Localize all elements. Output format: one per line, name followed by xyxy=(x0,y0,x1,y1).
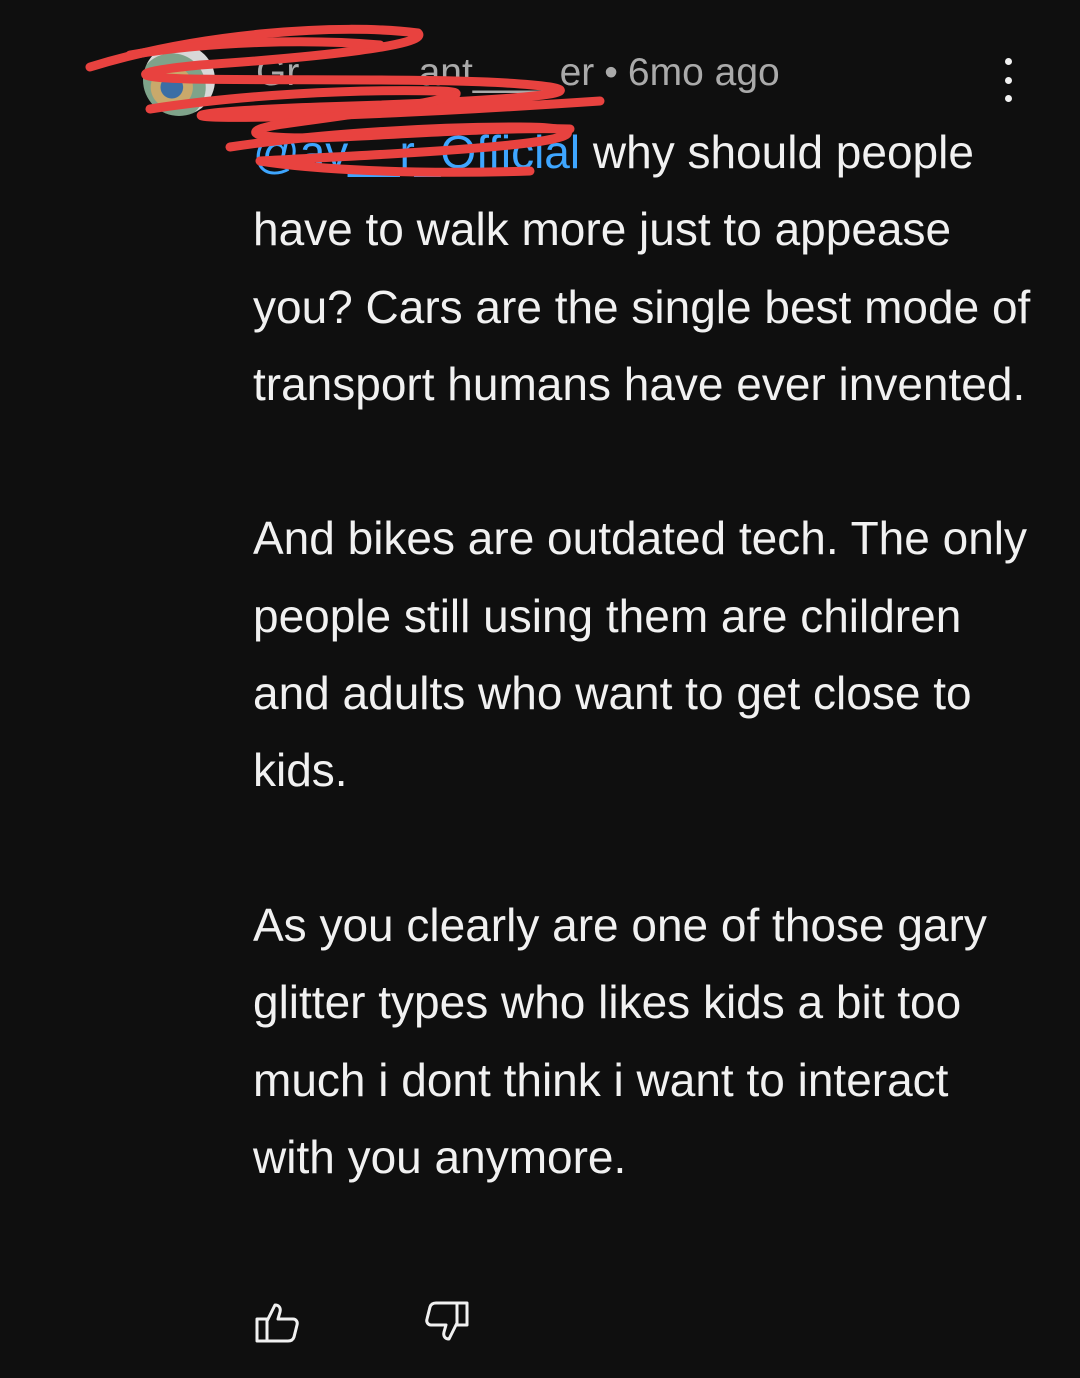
comment-paragraph-1: @av__r_Official why should people have t… xyxy=(253,114,1033,423)
comment-paragraph-2: And bikes are outdated tech. The only pe… xyxy=(253,512,1028,797)
comment-header: Gr__ ___ant____er • 6mo ago xyxy=(256,50,780,96)
author-name[interactable]: Gr__ ___ant____er xyxy=(256,51,594,94)
menu-dot xyxy=(1004,95,1012,102)
more-vert-icon[interactable] xyxy=(990,58,1026,102)
comment-body: @av__r_Official why should people have t… xyxy=(253,114,1033,1196)
thumbs-up-icon xyxy=(255,1303,299,1343)
dislike-button[interactable] xyxy=(423,1298,471,1346)
comment-paragraph-3: As you clearly are one of those gary gli… xyxy=(253,898,987,1183)
thumbs-down-icon xyxy=(425,1301,469,1341)
like-button[interactable] xyxy=(253,1298,301,1346)
menu-dot xyxy=(1004,76,1012,84)
timestamp: 6mo ago xyxy=(627,51,780,94)
mention-link[interactable]: @av__r_Official xyxy=(253,126,580,178)
comment-actions xyxy=(253,1298,471,1346)
menu-dot xyxy=(1004,58,1012,65)
separator-dot: • xyxy=(604,51,618,94)
avatar[interactable] xyxy=(143,44,215,116)
